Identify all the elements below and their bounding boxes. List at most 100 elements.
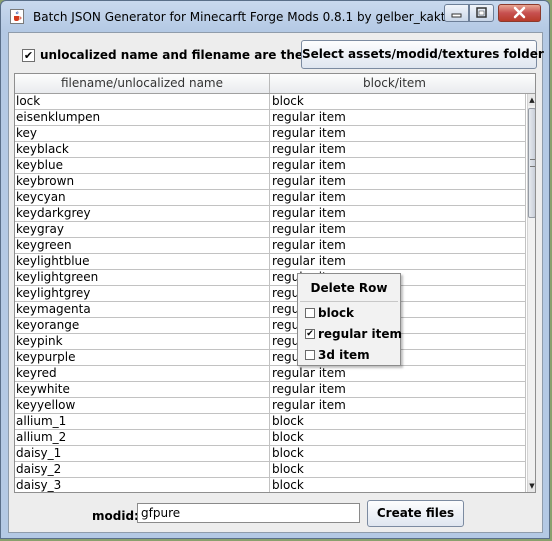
cell-name[interactable]: daisy_1 xyxy=(15,446,270,462)
cell-type[interactable]: block xyxy=(270,462,526,478)
table-row[interactable]: keybrown regular item xyxy=(15,174,526,190)
cell-type[interactable]: regular item xyxy=(270,398,526,414)
cell-type[interactable]: block xyxy=(270,446,526,462)
create-files-button[interactable]: Create files xyxy=(367,500,464,527)
delete-row-menu-item[interactable]: Delete Row xyxy=(298,278,400,298)
cell-type[interactable]: regular item xyxy=(270,174,526,190)
cell-type[interactable]: regular item xyxy=(270,142,526,158)
table-row[interactable]: daisy_1 block xyxy=(15,446,526,462)
cell-name[interactable]: keybrown xyxy=(15,174,270,190)
cell-type[interactable]: regular item xyxy=(270,126,526,142)
cell-name[interactable]: keyred xyxy=(15,366,270,382)
cell-type[interactable]: regular item xyxy=(270,206,526,222)
cell-name[interactable]: keylightgrey xyxy=(15,286,270,302)
context-menu: Delete Row block ✔ regular item 3d item xyxy=(297,273,402,366)
cell-name[interactable]: daisy_2 xyxy=(15,462,270,478)
cell-name[interactable]: keylightblue xyxy=(15,254,270,270)
cell-type[interactable]: regular item xyxy=(270,382,526,398)
table-row[interactable]: daisy_3 block xyxy=(15,478,526,492)
cell-type[interactable]: regular item xyxy=(270,238,526,254)
table-row[interactable]: keypinkregular item xyxy=(15,334,526,350)
close-button[interactable] xyxy=(498,4,541,22)
cell-name[interactable]: lock xyxy=(15,94,270,110)
cell-type[interactable]: regular item xyxy=(270,110,526,126)
cell-type[interactable]: regular item xyxy=(270,190,526,206)
cell-name[interactable]: allium_2 xyxy=(15,430,270,446)
cell-name[interactable]: keypink xyxy=(15,334,270,350)
menu-check-regular-item: ✔ xyxy=(305,329,315,339)
table-row[interactable]: keyyellow regular item xyxy=(15,398,526,414)
table-row[interactable]: keyorangeregular item xyxy=(15,318,526,334)
close-icon xyxy=(513,6,526,19)
table-row[interactable]: daisy_2 block xyxy=(15,462,526,478)
cell-name[interactable]: keycyan xyxy=(15,190,270,206)
table-row[interactable]: allium_2 block xyxy=(15,430,526,446)
column-header-name[interactable]: filename/unlocalized name xyxy=(15,74,270,93)
cell-name[interactable]: keydarkgrey xyxy=(15,206,270,222)
table-row[interactable]: keylightblue regular item xyxy=(15,254,526,270)
table-row[interactable]: keyblue regular item xyxy=(15,158,526,174)
table-row[interactable]: eisenklumpen regular item xyxy=(15,110,526,126)
title-bar[interactable]: Batch JSON Generator for Minecarft Forge… xyxy=(1,1,549,31)
cell-type[interactable]: block xyxy=(270,430,526,446)
minimize-button[interactable] xyxy=(444,4,469,22)
table-row[interactable]: lock block xyxy=(15,94,526,110)
cell-name[interactable]: keyorange xyxy=(15,318,270,334)
menu-separator xyxy=(300,301,398,302)
table-row[interactable]: keylightgreenregular item xyxy=(15,270,526,286)
select-folder-button[interactable]: Select assets/modid/textures folder xyxy=(301,40,544,69)
modid-input[interactable] xyxy=(137,503,360,523)
menu-check-3d-item xyxy=(305,350,315,360)
cell-type[interactable]: regular item xyxy=(270,222,526,238)
vertical-scrollbar[interactable]: ▲ ▼ xyxy=(527,94,535,492)
window-title: Batch JSON Generator for Minecarft Forge… xyxy=(33,10,460,24)
menu-item-3d-item[interactable]: 3d item xyxy=(298,345,400,365)
cell-name[interactable]: keyyellow xyxy=(15,398,270,414)
table-row[interactable]: keypurpleregular item xyxy=(15,350,526,366)
cell-name[interactable]: keywhite xyxy=(15,382,270,398)
cell-name[interactable]: allium_1 xyxy=(15,414,270,430)
scroll-thumb[interactable] xyxy=(528,108,535,218)
cell-name[interactable]: keypurple xyxy=(15,350,270,366)
cell-type[interactable]: regular item xyxy=(270,366,526,382)
column-header-type[interactable]: block/item xyxy=(270,74,519,93)
menu-item-label: 3d item xyxy=(318,348,370,362)
maximize-icon xyxy=(476,7,487,18)
cell-type[interactable]: block xyxy=(270,94,526,110)
cell-type[interactable]: block xyxy=(270,478,526,492)
scroll-up-icon[interactable]: ▲ xyxy=(528,94,535,106)
table-row[interactable]: keywhite regular item xyxy=(15,382,526,398)
cell-name[interactable]: daisy_3 xyxy=(15,478,270,492)
cell-type[interactable]: regular item xyxy=(270,254,526,270)
table-row[interactable]: keygreen regular item xyxy=(15,238,526,254)
cell-name[interactable]: keymagenta xyxy=(15,302,270,318)
cell-name[interactable]: keygray xyxy=(15,222,270,238)
table-row[interactable]: keyblack regular item xyxy=(15,142,526,158)
cell-name[interactable]: keyblack xyxy=(15,142,270,158)
menu-check-block xyxy=(305,308,315,318)
table-row[interactable]: keygray regular item xyxy=(15,222,526,238)
table-row[interactable]: keymagentaregular item xyxy=(15,302,526,318)
same-name-label[interactable]: unlocalized name and filename are the sa… xyxy=(40,48,343,62)
modid-label: modid: xyxy=(92,509,139,523)
cell-name[interactable]: keyblue xyxy=(15,158,270,174)
table-row[interactable]: keycyan regular item xyxy=(15,190,526,206)
cell-name[interactable]: key xyxy=(15,126,270,142)
table-row[interactable]: keylightgreyregular item xyxy=(15,286,526,302)
table-row[interactable]: keydarkgrey regular item xyxy=(15,206,526,222)
table-row[interactable]: keyred regular item xyxy=(15,366,526,382)
cell-type[interactable]: regular item xyxy=(270,158,526,174)
same-name-checkbox[interactable]: ✔ xyxy=(22,49,35,62)
cell-name[interactable]: keylightgreen xyxy=(15,270,270,286)
cell-name[interactable]: eisenklumpen xyxy=(15,110,270,126)
table-row[interactable]: key regular item xyxy=(15,126,526,142)
app-window: Batch JSON Generator for Minecarft Forge… xyxy=(0,0,550,539)
menu-item-regular-item[interactable]: ✔ regular item xyxy=(298,324,402,344)
maximize-button[interactable] xyxy=(469,4,494,22)
cell-name[interactable]: keygreen xyxy=(15,238,270,254)
cell-type[interactable]: block xyxy=(270,414,526,430)
table-row[interactable]: allium_1 block xyxy=(15,414,526,430)
menu-item-label: block xyxy=(318,306,355,320)
scroll-down-icon[interactable]: ▼ xyxy=(528,480,535,492)
menu-item-block[interactable]: block xyxy=(298,303,400,323)
